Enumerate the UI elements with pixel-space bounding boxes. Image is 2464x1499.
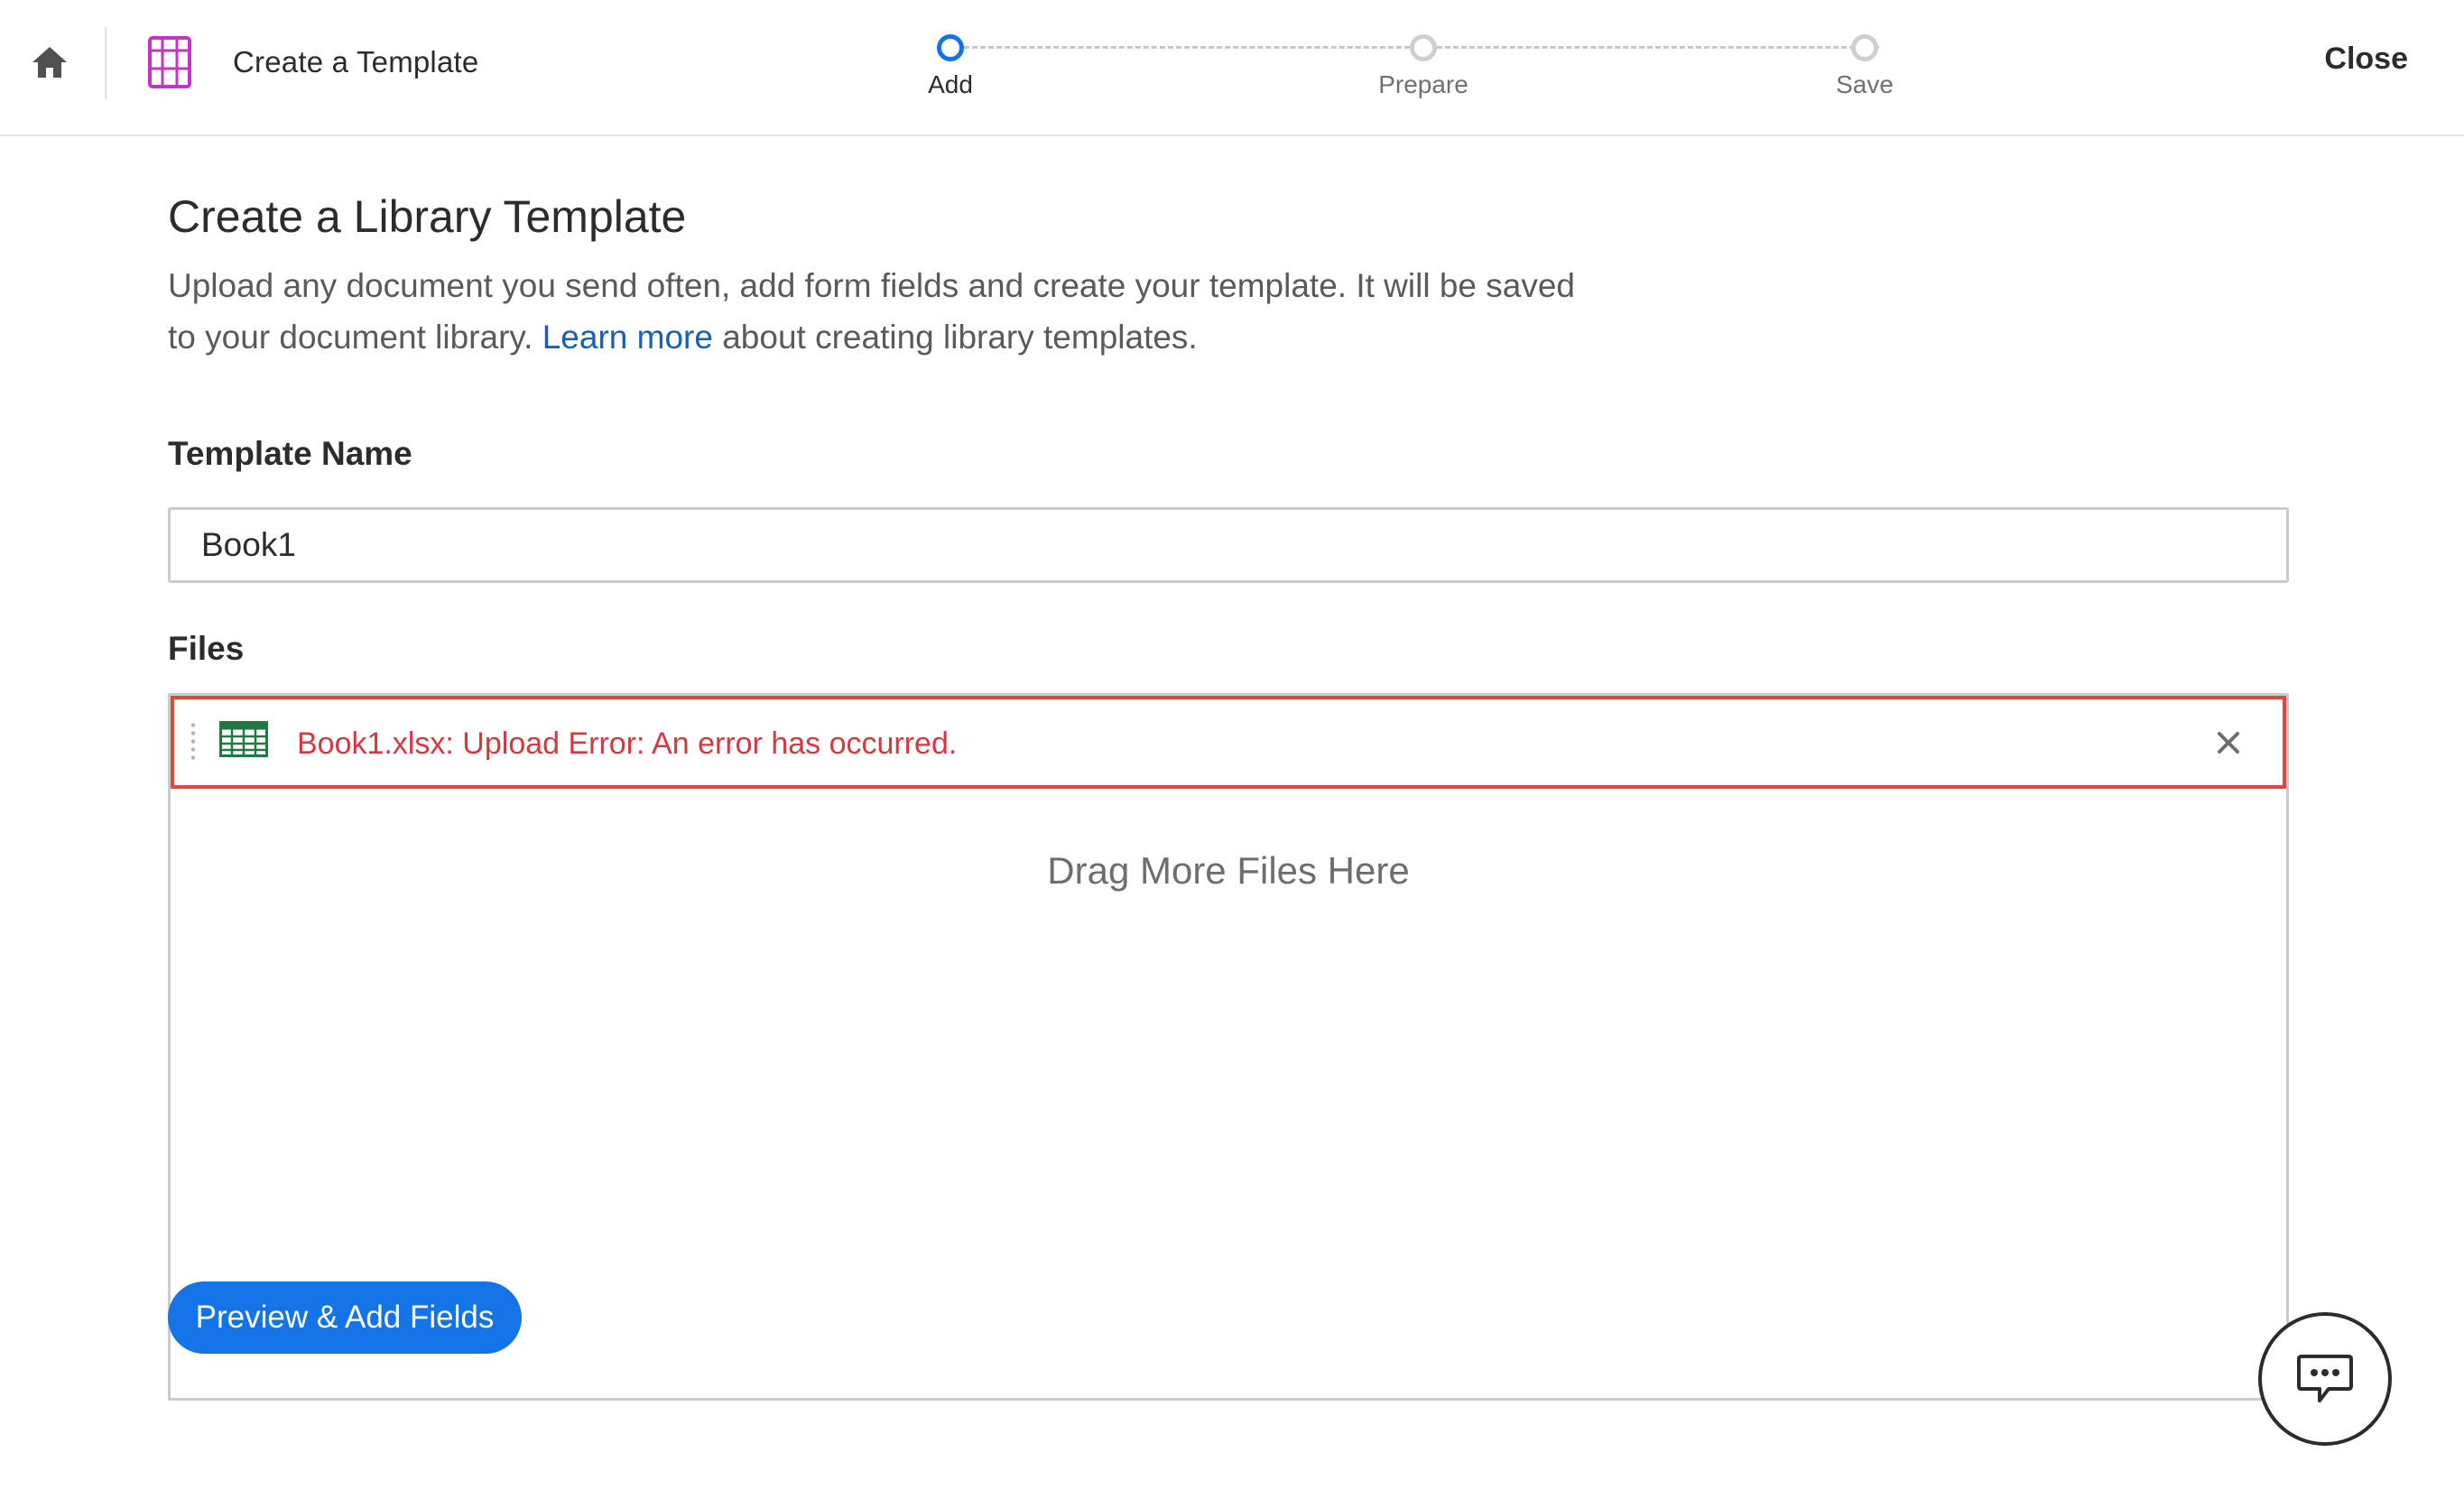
template-name-label: Template Name: [168, 435, 412, 472]
progress-stepper: Add Prepare Save: [928, 32, 1895, 114]
step-prepare-label: Prepare: [1378, 70, 1468, 98]
step-save-indicator: [1851, 34, 1878, 61]
files-label: Files: [168, 630, 245, 667]
chat-button[interactable]: [2258, 1312, 2392, 1446]
preview-add-fields-button[interactable]: Preview & Add Fields: [168, 1282, 522, 1354]
step-save-label: Save: [1836, 70, 1894, 98]
home-icon: [32, 47, 67, 78]
page-title: Create a Library Template: [168, 191, 687, 242]
top-bar: Create a Template Add Prepare Save Close: [0, 0, 2464, 136]
template-name-input[interactable]: [168, 507, 2289, 583]
close-icon: [2218, 732, 2239, 754]
home-button[interactable]: [23, 36, 76, 88]
main-content: Create a Library Template Upload any doc…: [168, 190, 2289, 1401]
file-list-item[interactable]: Book1.xlsx: Upload Error: An error has o…: [171, 696, 2286, 789]
chat-bubble-icon: [2297, 1355, 2353, 1402]
step-add-indicator: [937, 34, 964, 61]
template-icon: [148, 36, 191, 88]
drag-handle-icon[interactable]: [190, 721, 196, 763]
step-add-label: Add: [928, 70, 973, 98]
header-divider: [105, 27, 107, 99]
app-title: Create a Template: [233, 45, 479, 79]
remove-file-button[interactable]: [2209, 723, 2248, 763]
page-description: Upload any document you send often, add …: [168, 260, 1612, 363]
drag-files-hint: Drag More Files Here: [1047, 849, 1410, 892]
learn-more-link[interactable]: Learn more: [542, 319, 713, 356]
step-connector: [964, 46, 1410, 49]
close-button[interactable]: Close: [2324, 42, 2408, 77]
description-text-end: about creating library templates.: [712, 319, 1198, 356]
step-connector: [1437, 46, 1879, 49]
step-prepare-indicator: [1410, 34, 1437, 61]
file-upload-error: Book1.xlsx: Upload Error: An error has o…: [297, 726, 958, 761]
spreadsheet-icon: [219, 721, 268, 757]
